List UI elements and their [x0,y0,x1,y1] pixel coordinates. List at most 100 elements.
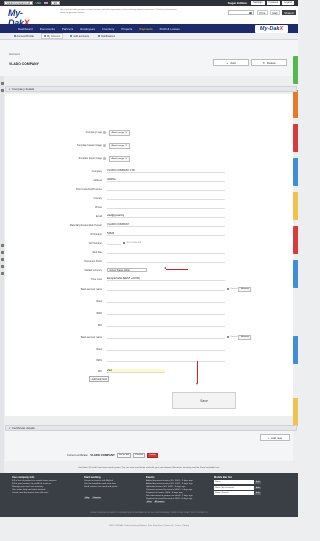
footer-add-button[interactable]: Add [255,481,261,484]
language-select[interactable]: EN [51,1,60,5]
current-user[interactable]: Sugar Edition [226,1,250,5]
bank-icon[interactable] [0,258,4,261]
side-tab-orange[interactable] [293,90,298,118]
address-field[interactable]: VARNA [107,178,225,182]
print-button[interactable]: Print [257,10,268,15]
email-field[interactable]: vlad@gmail.bg [107,214,225,218]
help-icon[interactable] [103,144,106,148]
delete-certificate-button[interactable]: Delete [147,453,158,458]
phone-field[interactable] [107,205,225,209]
footer-mobile-input[interactable]: Name (Friend) [214,491,254,496]
nav-item[interactable]: Inventory [102,27,114,31]
add-button[interactable]: + Add [213,59,249,66]
document-icon[interactable] [0,251,4,254]
flag-icon[interactable] [44,1,49,5]
upload-footer-button[interactable]: Attach image ⬆ [109,156,130,162]
footer-all-events-button[interactable]: All events [153,500,165,504]
footer-link[interactable]: Send invoices via email and portal [84,486,144,489]
upload-header-button[interactable]: Attach image ⬆ [109,143,130,149]
shared-button[interactable]: Shared [281,10,296,15]
checkbox-vat[interactable] [123,241,126,245]
row-id-number: ID Number 54623 [5,232,293,236]
footer-tutorials-button[interactable]: Tutorials [91,496,102,500]
subnav-item[interactable]: Notifications [97,34,117,38]
set-default-button[interactable]: Set as def [116,453,132,458]
search-input[interactable] [228,10,254,15]
page-title: VLADO COMPANY [9,62,39,66]
section-company-details[interactable]: ▾ Company details [5,86,297,92]
checkbox-default[interactable] [227,336,230,339]
nav-item[interactable]: Dashboard [18,27,33,31]
footer-mobile-input[interactable]: Name [214,480,254,485]
side-tab-blue-3[interactable] [293,336,298,364]
nav-item[interactable]: Payments [139,27,152,31]
promo-line[interactable]: Get Sales OK with Portal new email syste… [0,467,298,469]
upload-logo-button[interactable]: Attach image ⬆ [109,130,130,136]
nav-item[interactable]: Employees [80,27,95,31]
list-icon[interactable] [0,89,4,92]
bank-account-name-field[interactable] [107,287,225,292]
side-tab-yellow-2[interactable] [293,398,298,426]
nav-mini-logo[interactable]: My-DakX [255,24,288,33]
side-tab-red[interactable] [293,124,298,152]
company-field[interactable]: VLADO COMPANY LTD [107,169,225,173]
checkbox-default[interactable] [227,288,230,291]
vat-number-field[interactable] [107,241,121,245]
currency-label[interactable]: USD [36,2,41,5]
web-site-field[interactable] [107,250,225,254]
footer-help-button[interactable]: Help [84,496,91,500]
invoices-link[interactable]: Invoices [266,1,281,5]
footer-view-button[interactable]: View [146,500,153,504]
delete-button[interactable]: ✕ Delete [251,59,287,66]
nav-item[interactable]: Projects [121,27,132,31]
mol-field[interactable]: VLADO COMPANY [107,223,225,227]
help-icon[interactable] [103,157,106,161]
country-field[interactable] [107,196,225,200]
chart-icon[interactable] [0,272,4,275]
iban-field[interactable] [107,311,225,315]
store-select[interactable]: Viaded company Ltd [4,1,33,5]
breadcrumb[interactable]: Account [9,52,20,56]
default-currency-select[interactable]: United States dollar [107,268,147,272]
remove-bank-button[interactable]: Remove [238,287,252,292]
footer-add-button[interactable]: Add [255,492,261,495]
document-prefix-field[interactable] [107,259,225,263]
side-tab-blue-2[interactable] [293,260,298,288]
save-button[interactable]: Save [172,392,236,409]
nav-item[interactable]: Partners [62,27,73,31]
side-tab-yellow[interactable] [293,192,298,220]
preview-button[interactable]: Preview [133,453,146,458]
footer-add-button[interactable]: Add [255,486,261,490]
user-icon[interactable] [0,244,4,247]
side-tab-red-2[interactable] [293,226,298,254]
nav-item[interactable]: Documents [40,27,55,31]
bank-account-name-field-2[interactable] [107,335,225,340]
side-tab-green[interactable] [293,56,298,84]
add-bank-field-button[interactable]: Add bank field [89,376,110,383]
nav-item[interactable]: Profit & Losses [160,27,180,31]
bic-field[interactable] [107,323,225,327]
bottom-bar[interactable]: 2018 © MYDAK. Online Invoicing Software.… [0,525,298,527]
time-zone-field[interactable]: Europe/Sofia (EEST +03:00) [107,277,225,281]
bank-field-2[interactable] [107,347,225,351]
help-icon[interactable] [103,131,106,135]
calendar-icon[interactable] [0,265,4,268]
iban-field-2[interactable] [107,358,225,362]
site-logo[interactable]: My-DakX online invoicing [8,8,38,28]
id-number-field[interactable]: 54623 [107,232,225,236]
footer-mobile-input[interactable]: Name (by nickname) [214,485,254,490]
home-icon[interactable] [0,82,4,85]
subnav-item[interactable]: Account/Profile [12,34,35,38]
add-new-certificate-button[interactable]: + Add new [260,434,290,441]
bank-field[interactable] [107,299,225,303]
post-code-field[interactable] [107,187,225,191]
mail-button[interactable]: Mail [269,10,280,15]
logout-link[interactable]: Logout [282,1,294,5]
subnav-item[interactable]: My Account [41,33,63,39]
footer-link[interactable]: Create new documents from old ones [12,492,74,495]
remove-bank-button-2[interactable]: Remove [238,335,252,340]
subnav-item[interactable]: Add accounts [69,34,91,38]
bic-field-2[interactable]: vlad [107,369,165,373]
side-tab-blue[interactable] [293,158,298,186]
settings-link[interactable]: Settings [251,1,265,5]
